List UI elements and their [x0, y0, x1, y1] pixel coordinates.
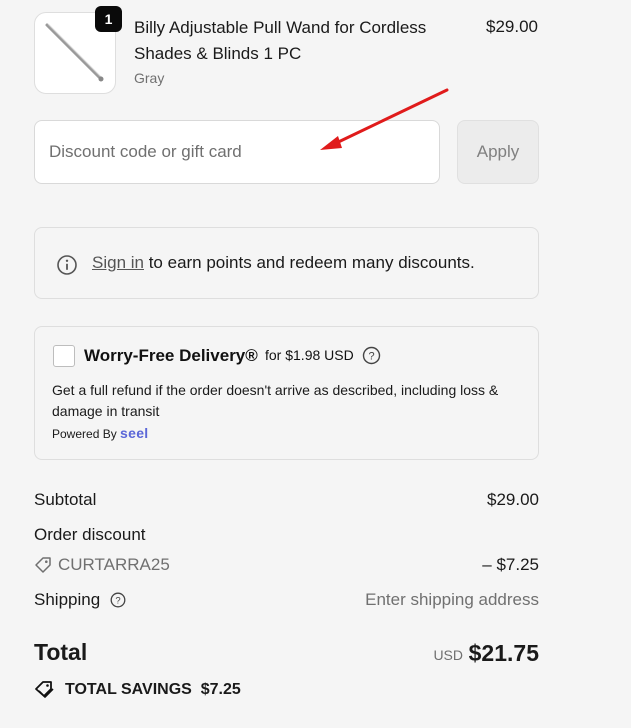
product-name: Billy Adjustable Pull Wand for Cordless … [134, 18, 427, 63]
info-icon [57, 255, 77, 275]
apply-button[interactable]: Apply [457, 120, 539, 184]
worry-free-price: for $1.98 USD [265, 347, 354, 363]
signin-message: Sign in to earn points and redeem many d… [92, 253, 475, 273]
discount-value: – $7.25 [482, 555, 539, 574]
total-value: $21.75 [468, 640, 539, 666]
tag-icon [35, 557, 51, 573]
total-savings-label: TOTAL SAVINGS [65, 681, 192, 698]
shipping-label: Shipping [34, 590, 101, 609]
product-price: $29.00 [486, 17, 538, 36]
subtotal-value: $29.00 [487, 490, 539, 509]
total-label: Total [34, 639, 88, 665]
total-currency: USD [433, 647, 463, 663]
signin-rest-text: to earn points and redeem many discounts… [143, 253, 475, 272]
discount-code: CURTARRA25 [58, 555, 170, 574]
shipping-value: Enter shipping address [365, 590, 539, 609]
quantity-badge: 1 [95, 6, 122, 32]
product-variant: Gray [134, 70, 165, 86]
svg-text:?: ? [115, 596, 120, 607]
worry-free-title: Worry-Free Delivery® [84, 346, 258, 365]
total-savings-value: $7.25 [200, 681, 241, 698]
seel-logo: seel [120, 425, 149, 441]
question-icon[interactable]: ? [362, 346, 381, 365]
order-discount-label: Order discount [34, 525, 146, 544]
shipping-help-icon[interactable]: ? [110, 592, 126, 608]
signin-link[interactable]: Sign in [92, 253, 144, 272]
worry-free-description: Get a full refund if the order doesn't a… [52, 382, 499, 419]
worry-free-checkbox[interactable] [53, 345, 75, 367]
discount-code-input[interactable] [34, 120, 440, 184]
powered-by: Powered By seel [52, 425, 149, 441]
savings-tag-icon [35, 681, 54, 698]
subtotal-label: Subtotal [34, 490, 97, 509]
svg-text:?: ? [368, 351, 374, 363]
powered-by-label: Powered By [52, 427, 117, 441]
total-savings: TOTAL SAVINGS $7.25 [65, 681, 241, 699]
